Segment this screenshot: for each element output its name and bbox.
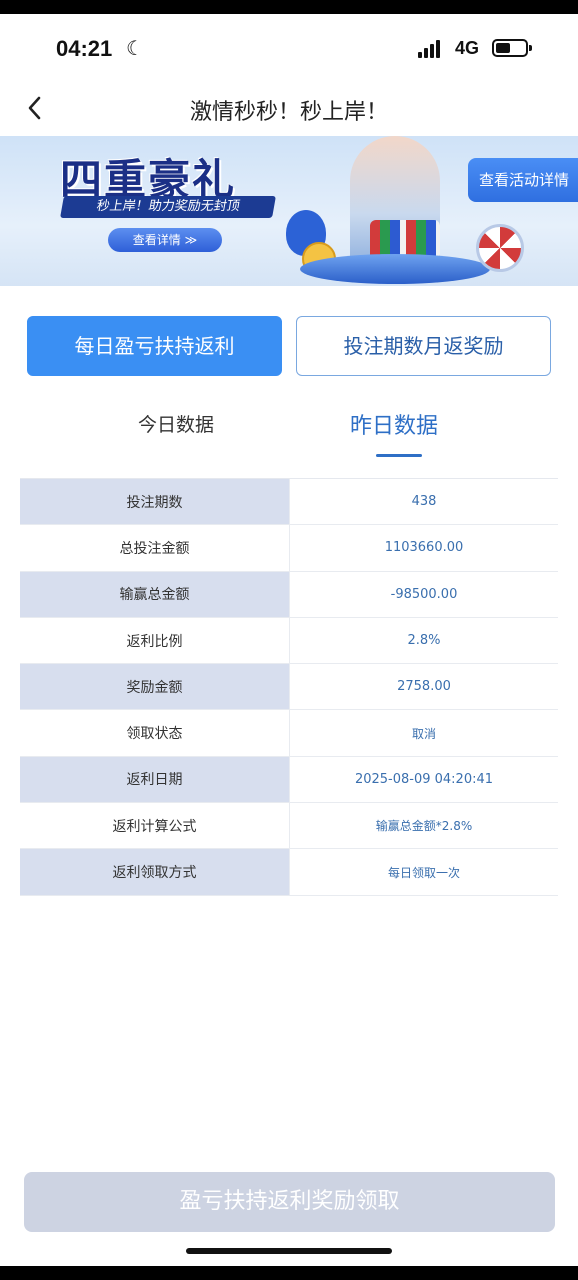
banner-subline: 秒上岸！助力奖励无封顶 [60,196,276,218]
table-row: 投注期数 438 [20,479,558,526]
tab-daily-rebate[interactable]: 每日盈亏扶持返利 [27,316,282,376]
signal-icon [418,40,444,58]
status-bar: 04:21 ☾ 4G [0,14,578,84]
row-label: 返利比例 [20,617,290,664]
row-value: 2.8% [407,633,441,649]
row-label: 输赢总金额 [20,571,290,617]
row-label: 领取状态 [20,710,290,756]
row-value: 每日领取一次 [290,849,558,895]
bottom-bezel [0,1266,578,1280]
nav-bar: 激情秒秒！秒上岸！ [0,84,578,134]
moon-icon: ☾ [126,36,144,60]
table-row: 奖励金额 2758.00 [20,664,558,711]
tab-monthly-reward[interactable]: 投注期数月返奖励 [296,316,551,376]
row-label: 投注期数 [20,479,290,525]
row-label: 奖励金额 [20,664,290,710]
status-time: 04:21 [56,36,113,61]
tab-yesterday-data[interactable]: 昨日数据 [350,408,438,440]
tab-today-data[interactable]: 今日数据 [138,410,214,437]
table-row: 领取状态 取消 [20,710,558,757]
row-value: 2758.00 [290,664,558,710]
claim-status-value: 取消 [411,726,436,741]
promo-banner[interactable]: 四重豪礼 秒上岸！助力奖励无封顶 查看详情 ≫ 查看活动详情 [0,136,578,286]
row-value: 438 [290,479,558,525]
active-tab-indicator [376,454,422,457]
row-value: 输赢总金额*2.8% [375,819,473,834]
roulette-icon [476,224,524,272]
claim-reward-button[interactable]: 盈亏扶持返利奖励领取 [24,1172,555,1232]
row-label: 总投注金额 [20,525,290,571]
table-row: 总投注金额 1103660.00 [20,525,558,572]
table-row: 返利日期 2025-08-09 04:20:41 [20,756,558,804]
row-label: 返利计算公式 [20,803,290,849]
network-type: 4G [455,38,480,58]
row-value: -98500.00 [290,571,558,617]
page-title: 激情秒秒！秒上岸！ [189,100,388,125]
banner-stage [300,254,490,284]
table-row: 输赢总金额 -98500.00 [20,571,558,618]
home-indicator[interactable] [186,1248,392,1254]
table-row: 返利领取方式 每日领取一次 [20,849,558,896]
rebate-data-table: 投注期数 438 总投注金额 1103660.00 输赢总金额 -98500.0… [20,478,558,896]
top-bezel [0,0,578,14]
row-label: 返利领取方式 [20,849,290,895]
row-value: 1103660.00 [384,540,464,556]
battery-icon [492,39,532,57]
row-value: 2025-08-09 04:20:41 [290,756,558,803]
row-label: 返利日期 [20,756,290,803]
view-activity-details-button[interactable]: 查看活动详情 [468,158,578,202]
table-row: 返利比例 2.8% [20,617,558,665]
banner-detail-button[interactable]: 查看详情 ≫ [108,228,222,252]
table-row: 返利计算公式 输赢总金额*2.8% [20,803,558,850]
